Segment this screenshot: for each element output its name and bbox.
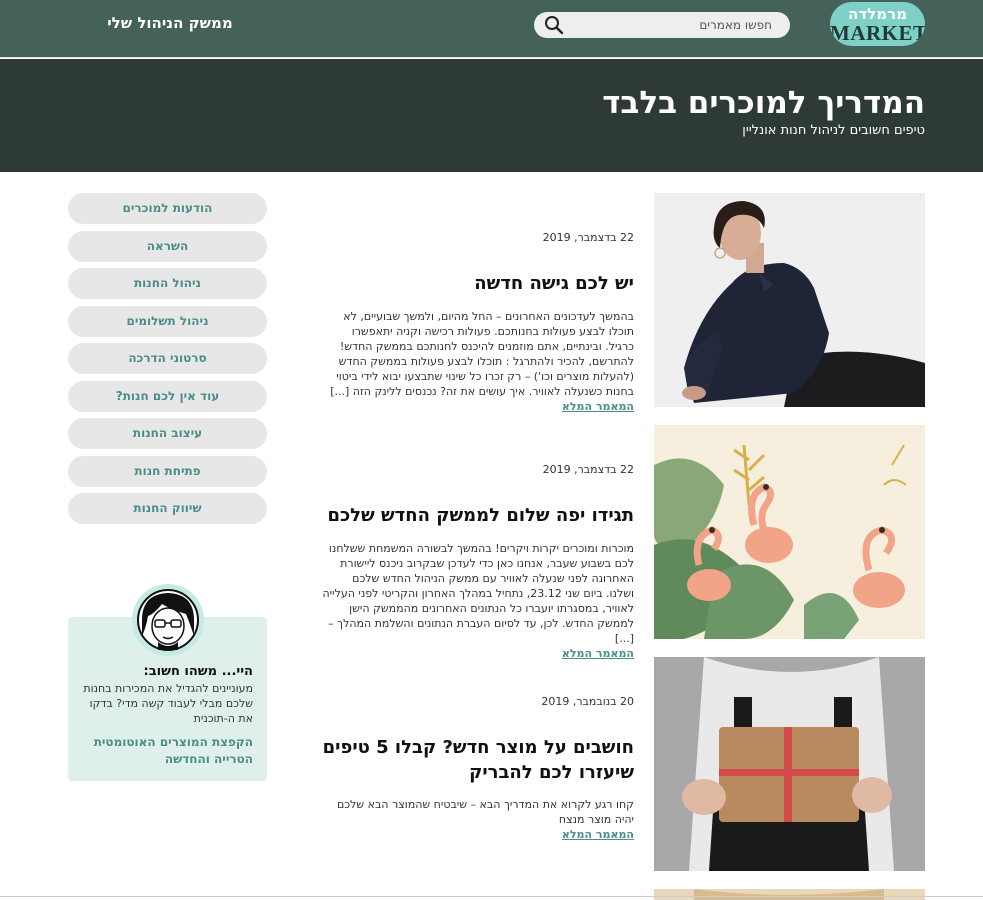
search-input[interactable]: [572, 12, 772, 38]
article-excerpt-text: קחו רגע לקרוא את המדריך הבא – שיבטיח שהמ…: [336, 798, 634, 826]
category-inspiration[interactable]: השראה: [68, 230, 267, 262]
category-payments[interactable]: ניהול תשלומים: [68, 305, 267, 337]
article-card: 22 בדצמבר, 2019 יש לכם גישה חדשה בהמשך ל…: [322, 193, 925, 413]
article-body: 22 בדצמבר, 2019 תגידו יפה שלום לממשק החד…: [322, 425, 635, 660]
article-body: 22 בדצמבר, 2019 יש לכם גישה חדשה בהמשך ל…: [322, 193, 634, 413]
promo-heading: היי... משהו חשוב:: [143, 664, 254, 679]
read-more-link[interactable]: המאמר המלא: [562, 827, 634, 842]
hero-banner: המדריך למוכרים בלבד טיפים חשובים לניהול …: [0, 59, 983, 172]
article-date: 22 בדצמבר, 2019: [542, 463, 634, 476]
article-title[interactable]: יש לכם גישה חדשה: [322, 271, 634, 296]
promo-link[interactable]: הקפצת המוצרים האוטומטית הטרייה והחדשה: [68, 734, 253, 768]
article-thumbnail-flamingos[interactable]: [654, 425, 925, 639]
logo-english-text: MARKET: [830, 21, 925, 45]
article-excerpt-text: בהמשך לעדכונים האחרונים – החל מהיום, ולמ…: [330, 310, 634, 398]
category-open-store[interactable]: פתיחת חנות: [68, 455, 267, 487]
article-title[interactable]: חושבים על מוצר חדש? קבלו 5 טיפים שיעזרו …: [322, 735, 634, 785]
page-subtitle: טיפים חשובים לניהול חנות אונליין: [742, 123, 925, 138]
article-card: 22 בדצמבר, 2019 תגידו יפה שלום לממשק החד…: [322, 425, 925, 660]
article-thumbnail-gift[interactable]: [654, 657, 925, 871]
article-excerpt-text: מוכרות ומוכרים יקרות ויקרים! בהמשך לבשור…: [322, 542, 635, 645]
article-date: 20 בנובמבר, 2019: [541, 695, 634, 708]
article-title[interactable]: תגידו יפה שלום לממשק החדש שלכם: [322, 503, 634, 528]
promo-text: מעוניינים להגדיל את המכירות בחנות שלכם מ…: [83, 682, 253, 725]
top-navigation-bar: מרמלדה MARKET ממשק הניהול שלי: [0, 0, 983, 58]
page-title: המדריך למוכרים בלבד: [602, 85, 925, 121]
category-tutorial-videos[interactable]: סרטוני הדרכה: [68, 343, 267, 374]
category-seller-announcements[interactable]: הודעות למוכרים: [68, 193, 267, 224]
article-excerpt: מוכרות ומוכרים יקרות ויקרים! בהמשך לבשור…: [322, 541, 635, 661]
article-excerpt: קחו רגע לקרוא את המדריך הבא – שיבטיח שהמ…: [322, 797, 634, 842]
search-box: [534, 12, 790, 38]
article-thumbnail-woman[interactable]: [654, 193, 925, 407]
avatar-illustration-icon: [132, 584, 204, 656]
category-store-management[interactable]: ניהול החנות: [68, 268, 267, 299]
article-body: 20 בנובמבר, 2019 חושבים על מוצר חדש? קבל…: [322, 657, 634, 871]
bottom-divider: [0, 896, 983, 897]
category-no-store-yet[interactable]: עוד אין לכם חנות?: [68, 380, 267, 412]
category-store-design[interactable]: עיצוב החנות: [68, 418, 267, 449]
article-card: 20 בנובמבר, 2019 חושבים על מוצר חדש? קבל…: [322, 657, 925, 871]
read-more-link[interactable]: המאמר המלא: [562, 399, 634, 414]
article-excerpt: בהמשך לעדכונים האחרונים – החל מהיום, ולמ…: [322, 309, 634, 414]
admin-panel-link[interactable]: ממשק הניהול שלי: [100, 14, 240, 32]
next-article-thumbnail[interactable]: [654, 888, 925, 900]
category-list: הודעות למוכרים השראה ניהול החנות ניהול ת…: [68, 193, 267, 531]
search-icon[interactable]: [544, 15, 564, 35]
category-store-marketing[interactable]: שיווק החנות: [68, 493, 267, 524]
site-logo[interactable]: מרמלדה MARKET: [830, 2, 925, 46]
article-date: 22 בדצמבר, 2019: [542, 231, 634, 244]
